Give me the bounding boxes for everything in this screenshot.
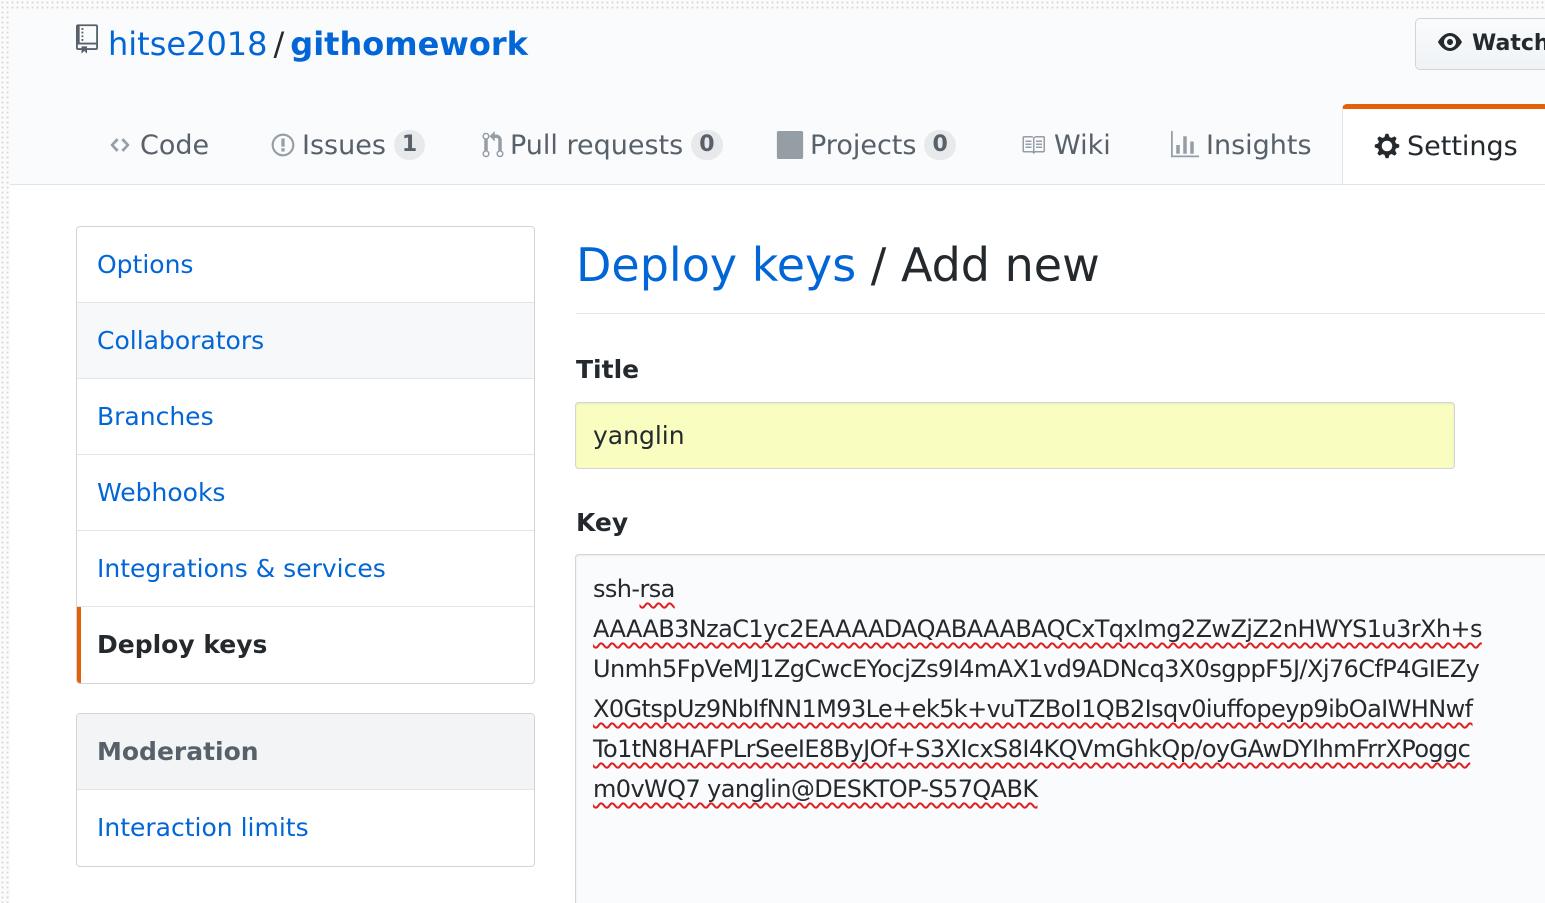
tab-insights-label: Insights — [1206, 130, 1312, 161]
tab-settings[interactable]: Settings — [1342, 104, 1545, 184]
tab-code[interactable]: Code — [106, 106, 209, 184]
repo-separator: / — [273, 25, 285, 63]
tab-wiki[interactable]: Wiki — [1018, 106, 1111, 184]
eye-icon — [1438, 33, 1462, 51]
tab-insights[interactable]: Insights — [1170, 106, 1312, 184]
key-line-text: ssh- — [593, 575, 640, 603]
title-label: Title — [576, 355, 640, 384]
sidebar-item-branches[interactable]: Branches — [77, 379, 534, 455]
tab-pull-requests[interactable]: Pull requests 0 — [482, 106, 723, 184]
key-line-text: m0vWQ7 yanglin@DESKTOP-S57QABK — [593, 775, 1038, 803]
repo-nav-tabs: Code Issues 1 Pull requests 0 Projects 0 Wi… — [10, 104, 1545, 184]
gear-icon — [1374, 133, 1400, 158]
key-textarea[interactable]: ssh-rsa AAAAB3NzaC1yc2EAAAADAQABAAABAQCx… — [575, 554, 1545, 903]
key-label: Key — [576, 508, 629, 537]
watch-button[interactable]: Watch — [1415, 18, 1545, 70]
repo-title: hitse2018/githomework — [76, 24, 528, 64]
breadcrumb-separator: / — [856, 238, 901, 292]
book-icon — [1022, 135, 1045, 154]
pull-request-icon — [482, 130, 504, 157]
tab-settings-label: Settings — [1407, 131, 1518, 162]
key-line: To1tN8HAFPLrSeeIE8ByJOf+S3XIcxS8I4KQVmGh… — [593, 735, 1471, 763]
pull-requests-count-badge: 0 — [691, 129, 723, 160]
repo-owner-link[interactable]: hitse2018 — [108, 25, 268, 63]
issue-icon — [271, 133, 295, 156]
watch-label: Watch — [1472, 31, 1545, 56]
project-icon — [776, 130, 804, 159]
repo-icon — [76, 23, 98, 63]
sidebar-item-integrations[interactable]: Integrations & services — [77, 531, 534, 607]
graph-icon — [1171, 130, 1199, 157]
moderation-menu: Moderation Interaction limits — [76, 713, 535, 867]
sidebar-item-deploy-keys[interactable]: Deploy keys — [77, 607, 534, 683]
key-line-text: rsa — [639, 575, 675, 603]
tab-issues[interactable]: Issues 1 — [270, 106, 426, 184]
sidebar-item-options[interactable]: Options — [77, 227, 534, 303]
projects-count-badge: 0 — [924, 129, 956, 160]
tab-projects-label: Projects — [810, 130, 917, 161]
repo-header: hitse2018/githomework Watch Code Issues 1… — [10, 10, 1545, 185]
key-line: m0vWQ7 yanglin@DESKTOP-S57QABK — [593, 769, 1545, 809]
tab-code-label: Code — [140, 130, 210, 161]
key-line: Unmh5FpVeMJ1ZgCwcEYocjZs9I4mAX1vd9ADNcq3… — [593, 649, 1545, 689]
sidebar-item-collaborators[interactable]: Collaborators — [77, 303, 534, 379]
breadcrumb-deploy-keys-link[interactable]: Deploy keys — [576, 238, 856, 292]
sidebar-item-webhooks[interactable]: Webhooks — [77, 455, 534, 531]
key-line: ssh-rsa — [593, 569, 1545, 609]
key-line: AAAAB3NzaC1yc2EAAAADAQABAAABAQCxTqxImg2Z… — [593, 615, 1482, 643]
key-line-text: Unmh5FpVeMJ1ZgCwcEYocjZs9I4mAX1vd9ADNcq3… — [593, 655, 1480, 683]
sidebar-item-interaction-limits[interactable]: Interaction limits — [77, 790, 534, 866]
page: hitse2018/githomework Watch Code Issues 1… — [0, 0, 1545, 903]
page-heading: Add new — [900, 238, 1100, 292]
settings-menu: Options Collaborators Branches Webhooks … — [76, 226, 535, 684]
tab-pull-requests-label: Pull requests — [510, 130, 684, 161]
screenshot-margin-top — [0, 0, 1545, 10]
tab-projects[interactable]: Projects 0 — [776, 106, 956, 184]
repo-name-link[interactable]: githomework — [290, 25, 528, 63]
tab-wiki-label: Wiki — [1054, 130, 1111, 161]
moderation-heading: Moderation — [77, 714, 534, 790]
tab-issues-label: Issues — [302, 130, 386, 161]
page-title: Deploy keys / Add new — [576, 232, 1545, 314]
key-line: X0GtspUz9NbIfNN1M93Le+ek5k+vuTZBoI1QB2Is… — [593, 695, 1473, 723]
issues-count-badge: 1 — [393, 129, 426, 160]
screenshot-margin-left — [0, 0, 10, 903]
title-input[interactable]: yanglin — [575, 402, 1455, 469]
code-icon — [110, 137, 130, 152]
